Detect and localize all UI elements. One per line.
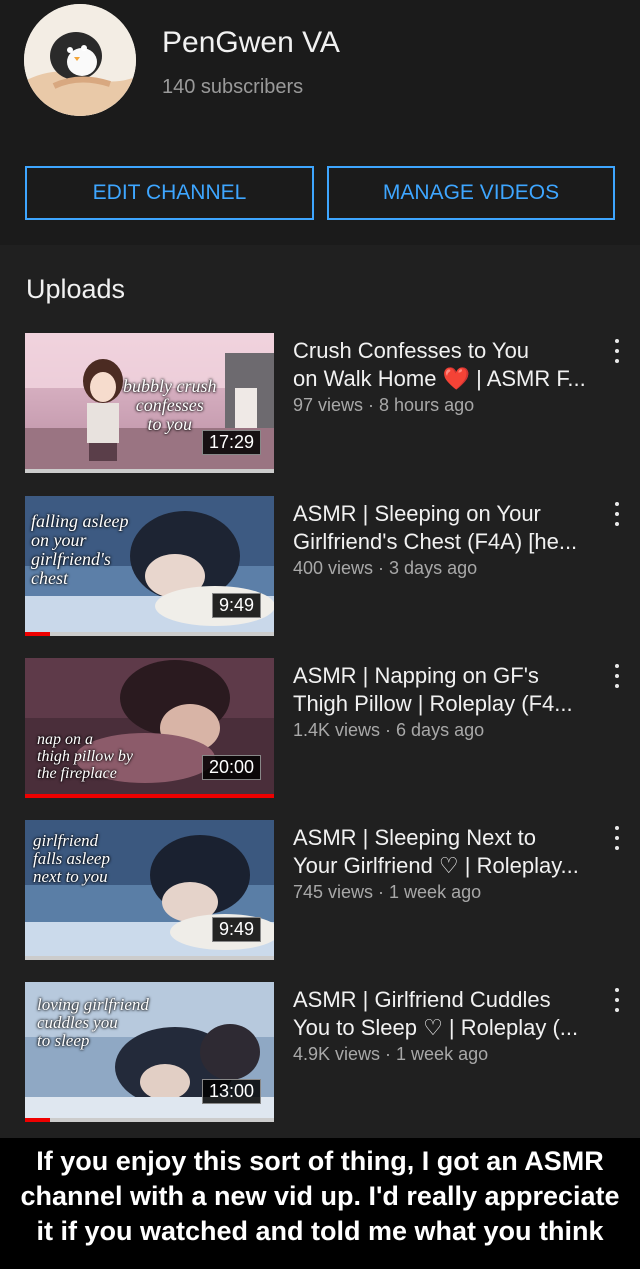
video-title-text: on Walk Home [293,366,443,391]
manage-videos-button[interactable]: MANAGE VIDEOS [327,166,615,220]
video-duration: 20:00 [201,755,261,780]
video-meta: 400 views · 3 days ago [293,558,478,578]
video-title-line: You to Sleep ♡ | Roleplay (... [293,1015,579,1040]
watch-progress [25,1118,274,1122]
caption-line: it if you watched and told me what you t… [36,1216,604,1246]
thumbnail-caption: girlfriend falls asleep next to you [33,831,110,886]
more-options-icon[interactable] [610,826,624,850]
video-thumbnail[interactable]: nap on a thigh pillow by the fireplace 2… [25,658,274,798]
uploads-heading: Uploads [26,274,126,304]
heart-emoji-icon: ❤️ [442,366,470,391]
caption-line: channel with a new vid up. I'd really ap… [20,1181,620,1211]
watch-progress-fill [25,794,274,798]
more-options-icon[interactable] [610,502,624,526]
watch-progress [25,469,274,473]
edit-channel-button[interactable]: EDIT CHANNEL [25,166,314,220]
video-item[interactable]: falling asleep on your girlfriend's ches… [25,496,625,638]
video-meta: 745 views · 1 week ago [293,882,482,902]
watch-progress [25,956,274,960]
video-title-line: on Walk Home ❤️ | ASMR F... [293,365,593,393]
video-title-line: Your Girlfriend ♡ | Roleplay... [293,853,579,878]
video-item[interactable]: girlfriend falls asleep next to you 9:49… [25,820,625,962]
more-options-icon[interactable] [610,988,624,1012]
video-title-line: ASMR | Sleeping Next to [293,825,536,850]
video-duration: 17:29 [201,430,261,455]
video-duration: 9:49 [211,593,261,618]
watch-progress [25,794,274,798]
video-thumbnail[interactable]: loving girlfriend cuddles you to sleep 1… [25,982,274,1122]
subscriber-count: 140 subscribers [162,76,304,98]
video-title[interactable]: Crush Confesses to You on Walk Home ❤️ |… [293,337,593,393]
watch-progress [25,632,274,636]
caption-line: If you enjoy this sort of thing, I got a… [36,1146,604,1176]
more-options-icon[interactable] [610,339,624,363]
watch-progress-fill [25,1118,50,1122]
channel-header: PenGwen VA 140 subscribers EDIT CHANNEL … [0,0,640,245]
video-thumbnail[interactable]: falling asleep on your girlfriend's ches… [25,496,274,636]
video-title-line: ASMR | Sleeping on Your [293,501,541,526]
thumbnail-caption: bubbly crush confesses to you [123,376,217,434]
thumbnail-caption: nap on a thigh pillow by the fireplace [37,731,133,782]
more-options-icon[interactable] [610,664,624,688]
meme-caption: If you enjoy this sort of thing, I got a… [0,1144,640,1249]
video-meta: 4.9K views · 1 week ago [293,1044,489,1064]
thumbnail-caption: loving girlfriend cuddles you to sleep [37,995,149,1050]
video-title-text: | ASMR F... [469,366,586,391]
watch-progress-fill [25,632,50,636]
thumbnail-caption: falling asleep on your girlfriend's ches… [31,511,129,588]
video-title[interactable]: ASMR | Napping on GF's Thigh Pillow | Ro… [293,662,593,718]
channel-avatar[interactable] [24,4,136,116]
video-item[interactable]: loving girlfriend cuddles you to sleep 1… [25,982,625,1124]
video-title-line: Crush Confesses to You [293,338,530,363]
video-duration: 13:00 [201,1079,261,1104]
youtube-app: PenGwen VA 140 subscribers EDIT CHANNEL … [0,0,640,1138]
penguin-avatar-icon [24,4,136,116]
video-title-line: ASMR | Napping on GF's [293,663,539,688]
video-title[interactable]: ASMR | Sleeping on Your Girlfriend's Che… [293,500,593,556]
video-item[interactable]: nap on a thigh pillow by the fireplace 2… [25,658,625,800]
video-title-line: Thigh Pillow | Roleplay (F4... [293,691,573,716]
video-title[interactable]: ASMR | Sleeping Next to Your Girlfriend … [293,824,593,880]
video-meta: 97 views · 8 hours ago [293,395,475,415]
video-duration: 9:49 [211,917,261,942]
video-meta: 1.4K views · 6 days ago [293,720,485,740]
video-title-line: Girlfriend's Chest (F4A) [he... [293,529,578,554]
channel-name: PenGwen VA [162,26,340,59]
video-title[interactable]: ASMR | Girlfriend Cuddles You to Sleep ♡… [293,986,593,1042]
video-thumbnail[interactable]: bubbly crush confesses to you 17:29 [25,333,274,473]
video-title-line: ASMR | Girlfriend Cuddles [293,987,551,1012]
video-item[interactable]: bubbly crush confesses to you 17:29 Crus… [25,333,625,475]
video-thumbnail[interactable]: girlfriend falls asleep next to you 9:49 [25,820,274,960]
